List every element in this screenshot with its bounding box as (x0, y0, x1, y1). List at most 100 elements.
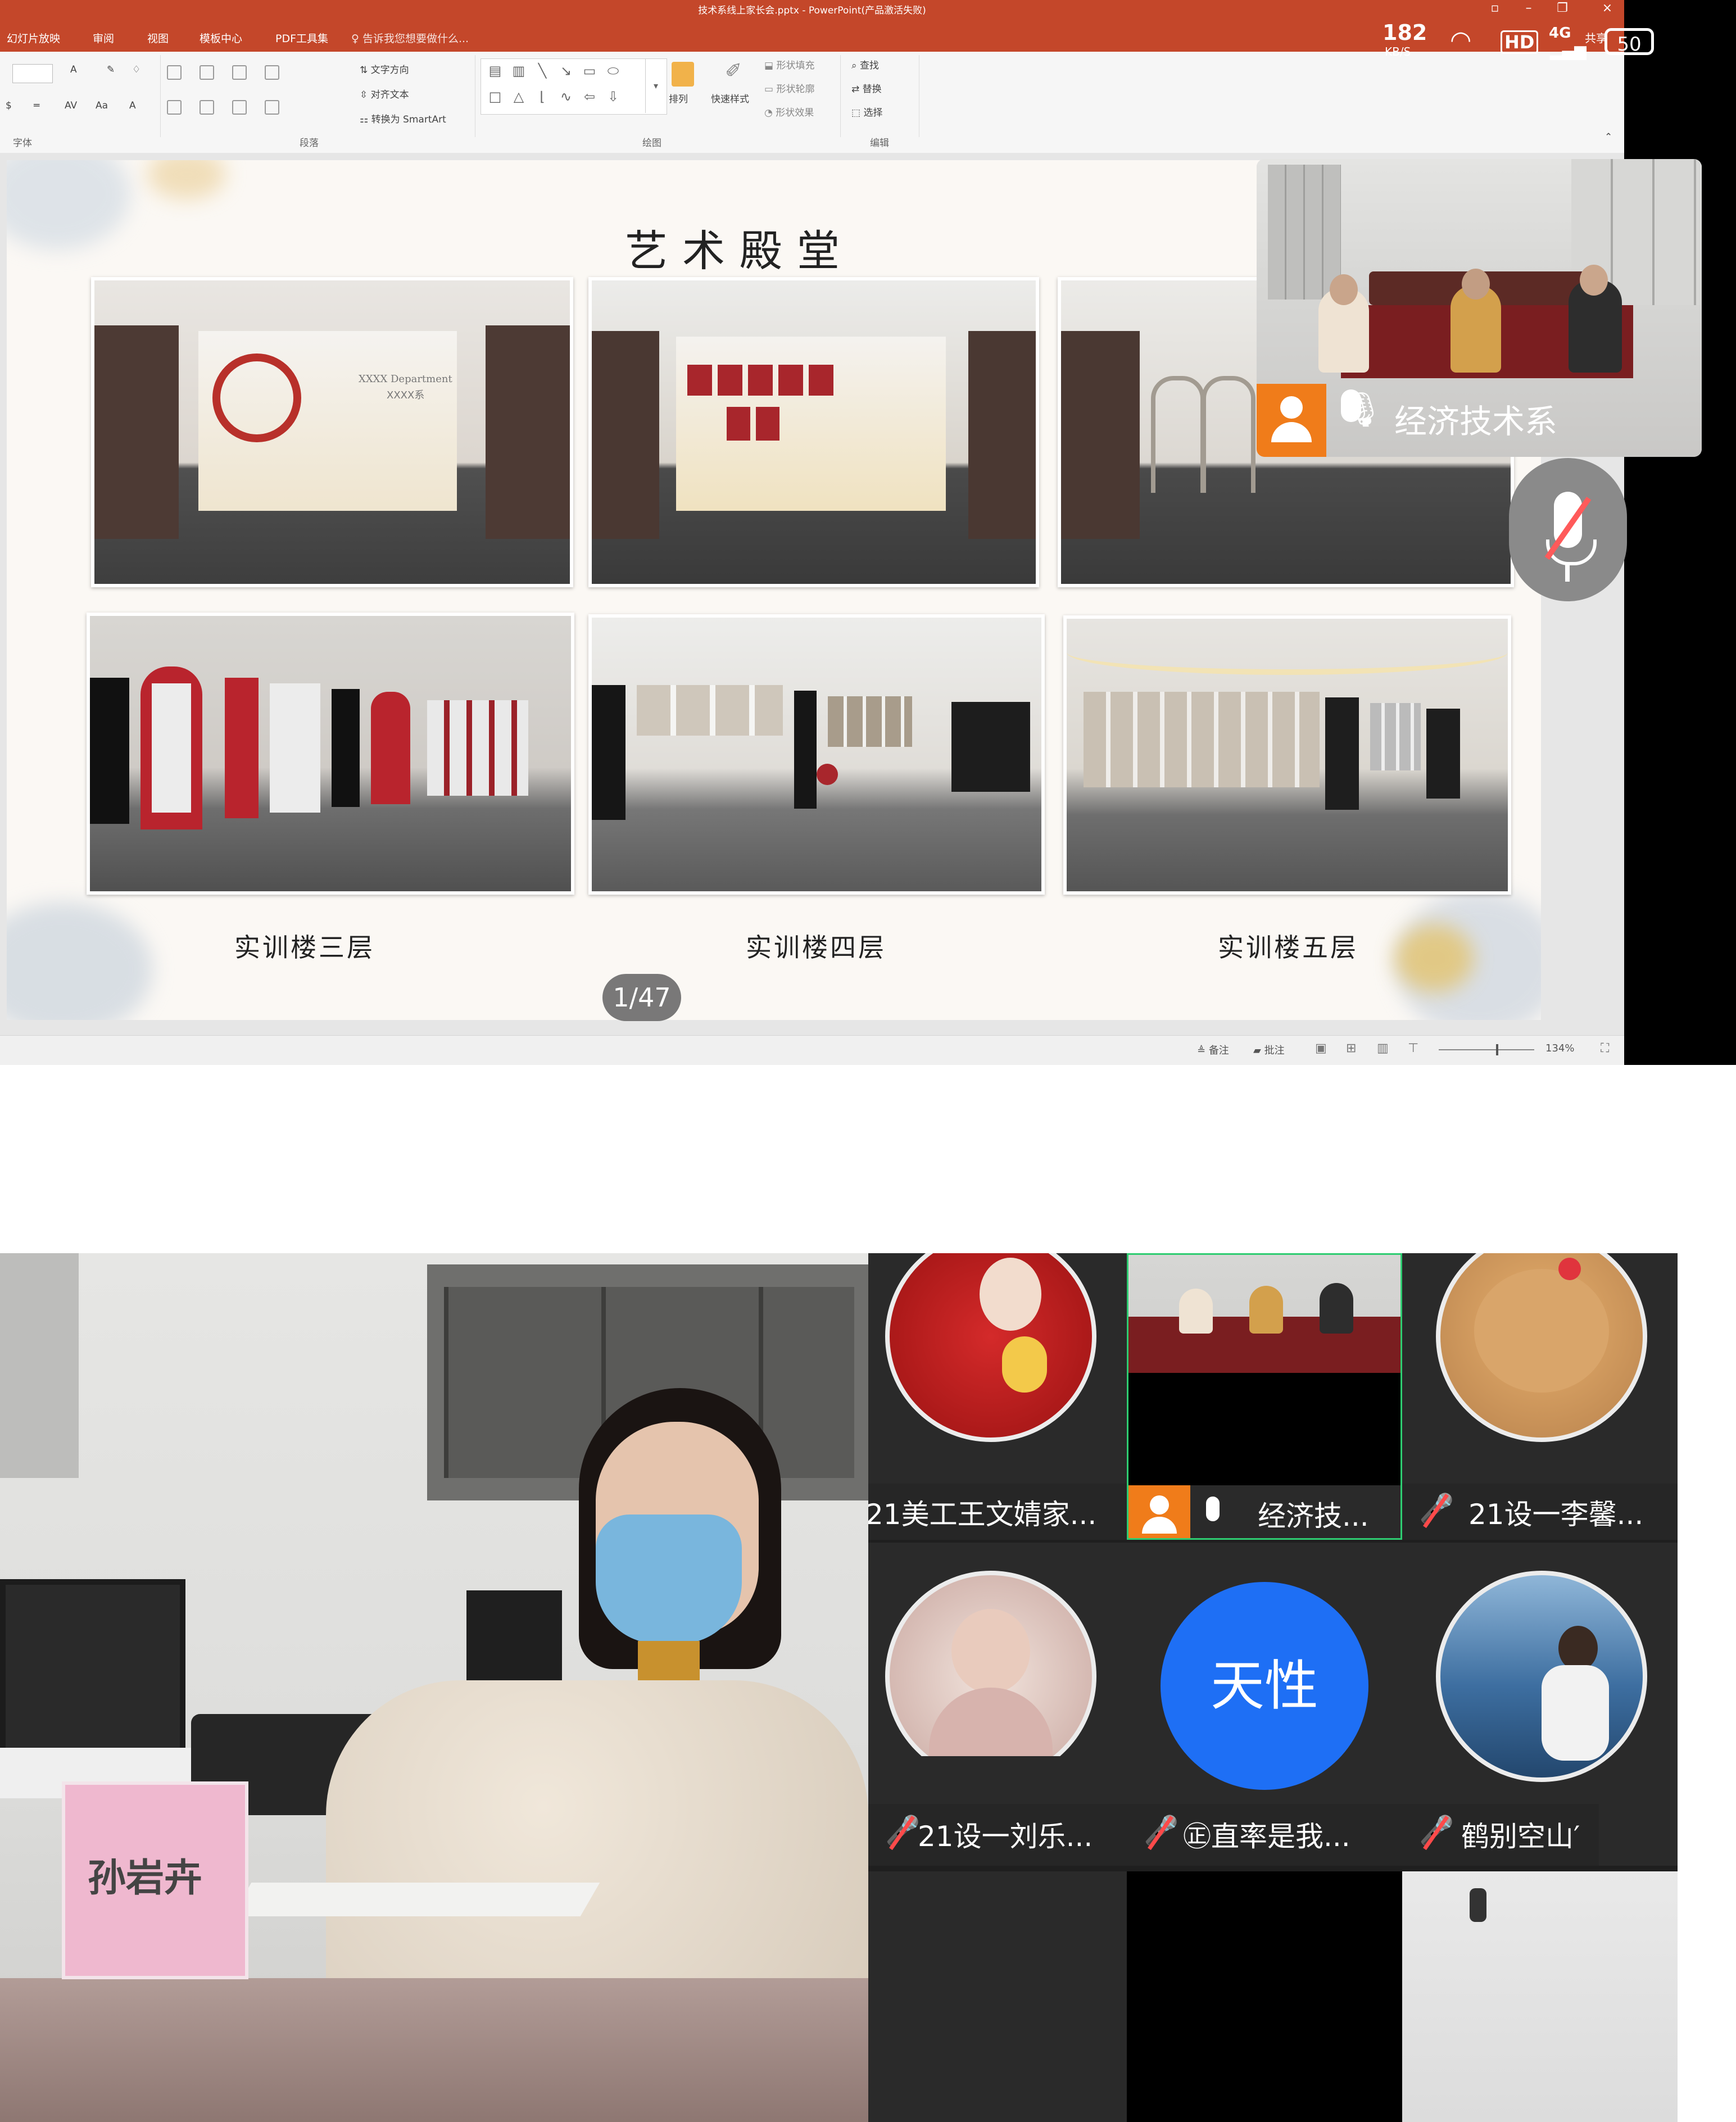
text-highlight-icon[interactable]: ♢ (132, 64, 140, 75)
document-title: 技术系线上家长会.pptx - PowerPoint(产品激活失败) (698, 5, 926, 16)
zoom-slider-thumb[interactable] (1496, 1044, 1498, 1055)
participant-tile[interactable] (1402, 1871, 1678, 2122)
menu-pdf-tools[interactable]: PDF工具集 (275, 30, 328, 46)
text-direction-button[interactable]: ⇅ 文字方向 (360, 62, 409, 76)
arrange-button[interactable]: 排列 (669, 91, 688, 105)
char-spacing-icon[interactable]: ═ (34, 100, 39, 111)
bullets-icon[interactable] (167, 65, 182, 80)
slide-title: 艺术殿堂 (625, 226, 854, 276)
self-view-video[interactable]: 🎙 经济技术系 (1257, 159, 1702, 457)
left-arrow-shape-icon[interactable]: ⇦ (580, 88, 599, 105)
quick-styles-button[interactable]: 快速样式 (711, 91, 749, 105)
oval-shape-icon[interactable]: ⬭ (604, 62, 623, 79)
paragraph-group-label: 段落 (300, 138, 319, 149)
participant-tile-active[interactable]: 经济技... (1127, 1253, 1402, 1540)
textbox-shape-icon[interactable]: ▤ (486, 62, 505, 79)
hd-icon: HD (1501, 30, 1539, 54)
numbering-icon[interactable] (200, 65, 214, 80)
minimize-icon[interactable]: – (1517, 1, 1540, 15)
change-case-icon[interactable]: Aa (96, 100, 108, 111)
normal-view-icon[interactable]: ▣ (1315, 1041, 1327, 1055)
elbow-shape-icon[interactable]: ⌊ (533, 88, 552, 105)
shape-outline-label: 形状轮廓 (776, 84, 815, 95)
comments-button[interactable]: ▰ 批注 (1253, 1042, 1285, 1057)
indent-icon[interactable] (232, 65, 247, 80)
vertical-textbox-shape-icon[interactable]: ▥ (509, 62, 528, 79)
shape-outline-button[interactable]: ▭ 形状轮廓 (764, 81, 814, 95)
help-icon[interactable]: ▫ (1484, 1, 1506, 15)
face-mask (596, 1515, 742, 1644)
smartart-button[interactable]: ⚏ 转换为 SmartArt (360, 111, 446, 125)
clear-format-icon[interactable]: ✎ (107, 64, 115, 75)
down-arrow-shape-icon[interactable]: ⇩ (604, 88, 623, 105)
curve-shape-icon[interactable]: ∿ (556, 88, 575, 105)
active-speaker-video[interactable]: 孙岩卉 (0, 1253, 868, 2122)
zoom-level[interactable]: 134% (1545, 1042, 1574, 1054)
find-button[interactable]: ⌕ 查找 (851, 57, 879, 71)
justify-icon[interactable] (265, 100, 279, 115)
square-shape-icon[interactable]: □ (486, 88, 505, 105)
participant-tile[interactable]: 21美工王文婧家... (868, 1253, 1127, 1540)
menu-template-center[interactable]: 模板中心 (200, 30, 242, 46)
font-group-label: 字体 (13, 138, 32, 149)
align-right-icon[interactable] (232, 100, 247, 115)
participant-avatar (885, 1253, 1096, 1442)
participant-avatar (1436, 1571, 1647, 1782)
select-button[interactable]: ⬚ 选择 (851, 105, 882, 119)
caption-floor-5: 实训楼五层 (1218, 932, 1358, 963)
collapse-ribbon-icon[interactable]: ⌃ (1604, 132, 1612, 143)
participant-tile[interactable]: 🎤 21设一李馨... (1402, 1253, 1678, 1540)
font-size-box[interactable] (12, 64, 53, 83)
quick-styles-icon[interactable]: ✐ (725, 60, 742, 83)
participant-tile[interactable] (1127, 1871, 1402, 2122)
reading-view-icon[interactable]: ▥ (1377, 1041, 1389, 1055)
tell-me-search[interactable]: ♀ 告诉我您想要做什么... (351, 30, 469, 46)
restore-icon[interactable]: ❐ (1551, 1, 1574, 15)
participant-tile[interactable] (868, 1543, 1127, 1756)
line-shape-icon[interactable]: ╲ (533, 62, 552, 79)
participant-tile[interactable]: 🎤 鹤别空山′ (1402, 1543, 1678, 1866)
gallery-photo-1: XXXX Department XXXX系 (91, 277, 573, 587)
battery-indicator: 50 (1604, 28, 1654, 56)
close-icon[interactable]: × (1596, 1, 1619, 15)
align-center-icon[interactable] (200, 100, 214, 115)
participant-name: 鹤别空山′ (1461, 1820, 1580, 1853)
participant-tile[interactable]: 天性 🎤 ㊣直率是我... (1127, 1543, 1402, 1866)
strikethrough-icon[interactable]: $ (6, 100, 12, 111)
active-user-badge (1128, 1485, 1190, 1538)
zoom-slider[interactable] (1439, 1044, 1534, 1055)
arrow-shape-icon[interactable]: ↘ (556, 62, 575, 79)
fit-slide-icon[interactable]: ⛶ (1601, 1041, 1609, 1055)
menu-review[interactable]: 审阅 (93, 30, 114, 46)
self-view-name: 经济技术系 (1394, 402, 1558, 441)
grow-font-icon[interactable]: A (70, 64, 77, 75)
replace-button[interactable]: ⇄ 替换 (851, 81, 882, 95)
participant-name: 21设一李馨... (1468, 1498, 1644, 1531)
gallery-more-icon[interactable]: ▾ (645, 59, 666, 113)
shape-gallery[interactable]: ▤ ▥ ╲ ↘ ▭ ⬭ □ △ ⌊ ∿ ⇦ ⇩ ▾ (481, 58, 667, 115)
select-label: 选择 (863, 107, 883, 119)
arrange-icon[interactable] (672, 62, 694, 87)
self-view-user-badge (1257, 384, 1326, 457)
triangle-shape-icon[interactable]: △ (509, 88, 528, 105)
title-bar: 技术系线上家长会.pptx - PowerPoint(产品激活失败) ▫ – ❐… (0, 0, 1624, 24)
shape-fill-button[interactable]: ⬓ 形状填充 (764, 57, 814, 71)
line-spacing-icon[interactable] (265, 65, 279, 80)
slide-sorter-icon[interactable]: ⊞ (1346, 1041, 1356, 1055)
photo-dept-cn-text: XXXX系 (387, 389, 425, 401)
menu-view[interactable]: 视图 (147, 30, 169, 46)
font-color-icon[interactable]: A (129, 100, 136, 111)
participant-tile[interactable] (868, 1871, 1127, 2122)
shape-effects-button[interactable]: ◔ 形状效果 (764, 105, 814, 119)
menu-slideshow[interactable]: 幻灯片放映 (7, 30, 60, 46)
align-text-button[interactable]: ⇳ 对齐文本 (360, 87, 409, 101)
paragraph-group: ⇅ 文字方向 ⇳ 对齐文本 ⚏ 转换为 SmartArt (160, 55, 475, 137)
photo-department-text: XXXX Department (359, 373, 452, 385)
case-icon[interactable]: AV (65, 100, 77, 111)
network-speed: 182 (1383, 20, 1427, 45)
mute-button[interactable] (1509, 458, 1627, 601)
slideshow-view-icon[interactable]: ⊤ (1408, 1041, 1418, 1055)
align-left-icon[interactable] (167, 100, 182, 115)
rect-shape-icon[interactable]: ▭ (580, 62, 599, 79)
notes-button[interactable]: ≜ 备注 (1197, 1042, 1229, 1057)
